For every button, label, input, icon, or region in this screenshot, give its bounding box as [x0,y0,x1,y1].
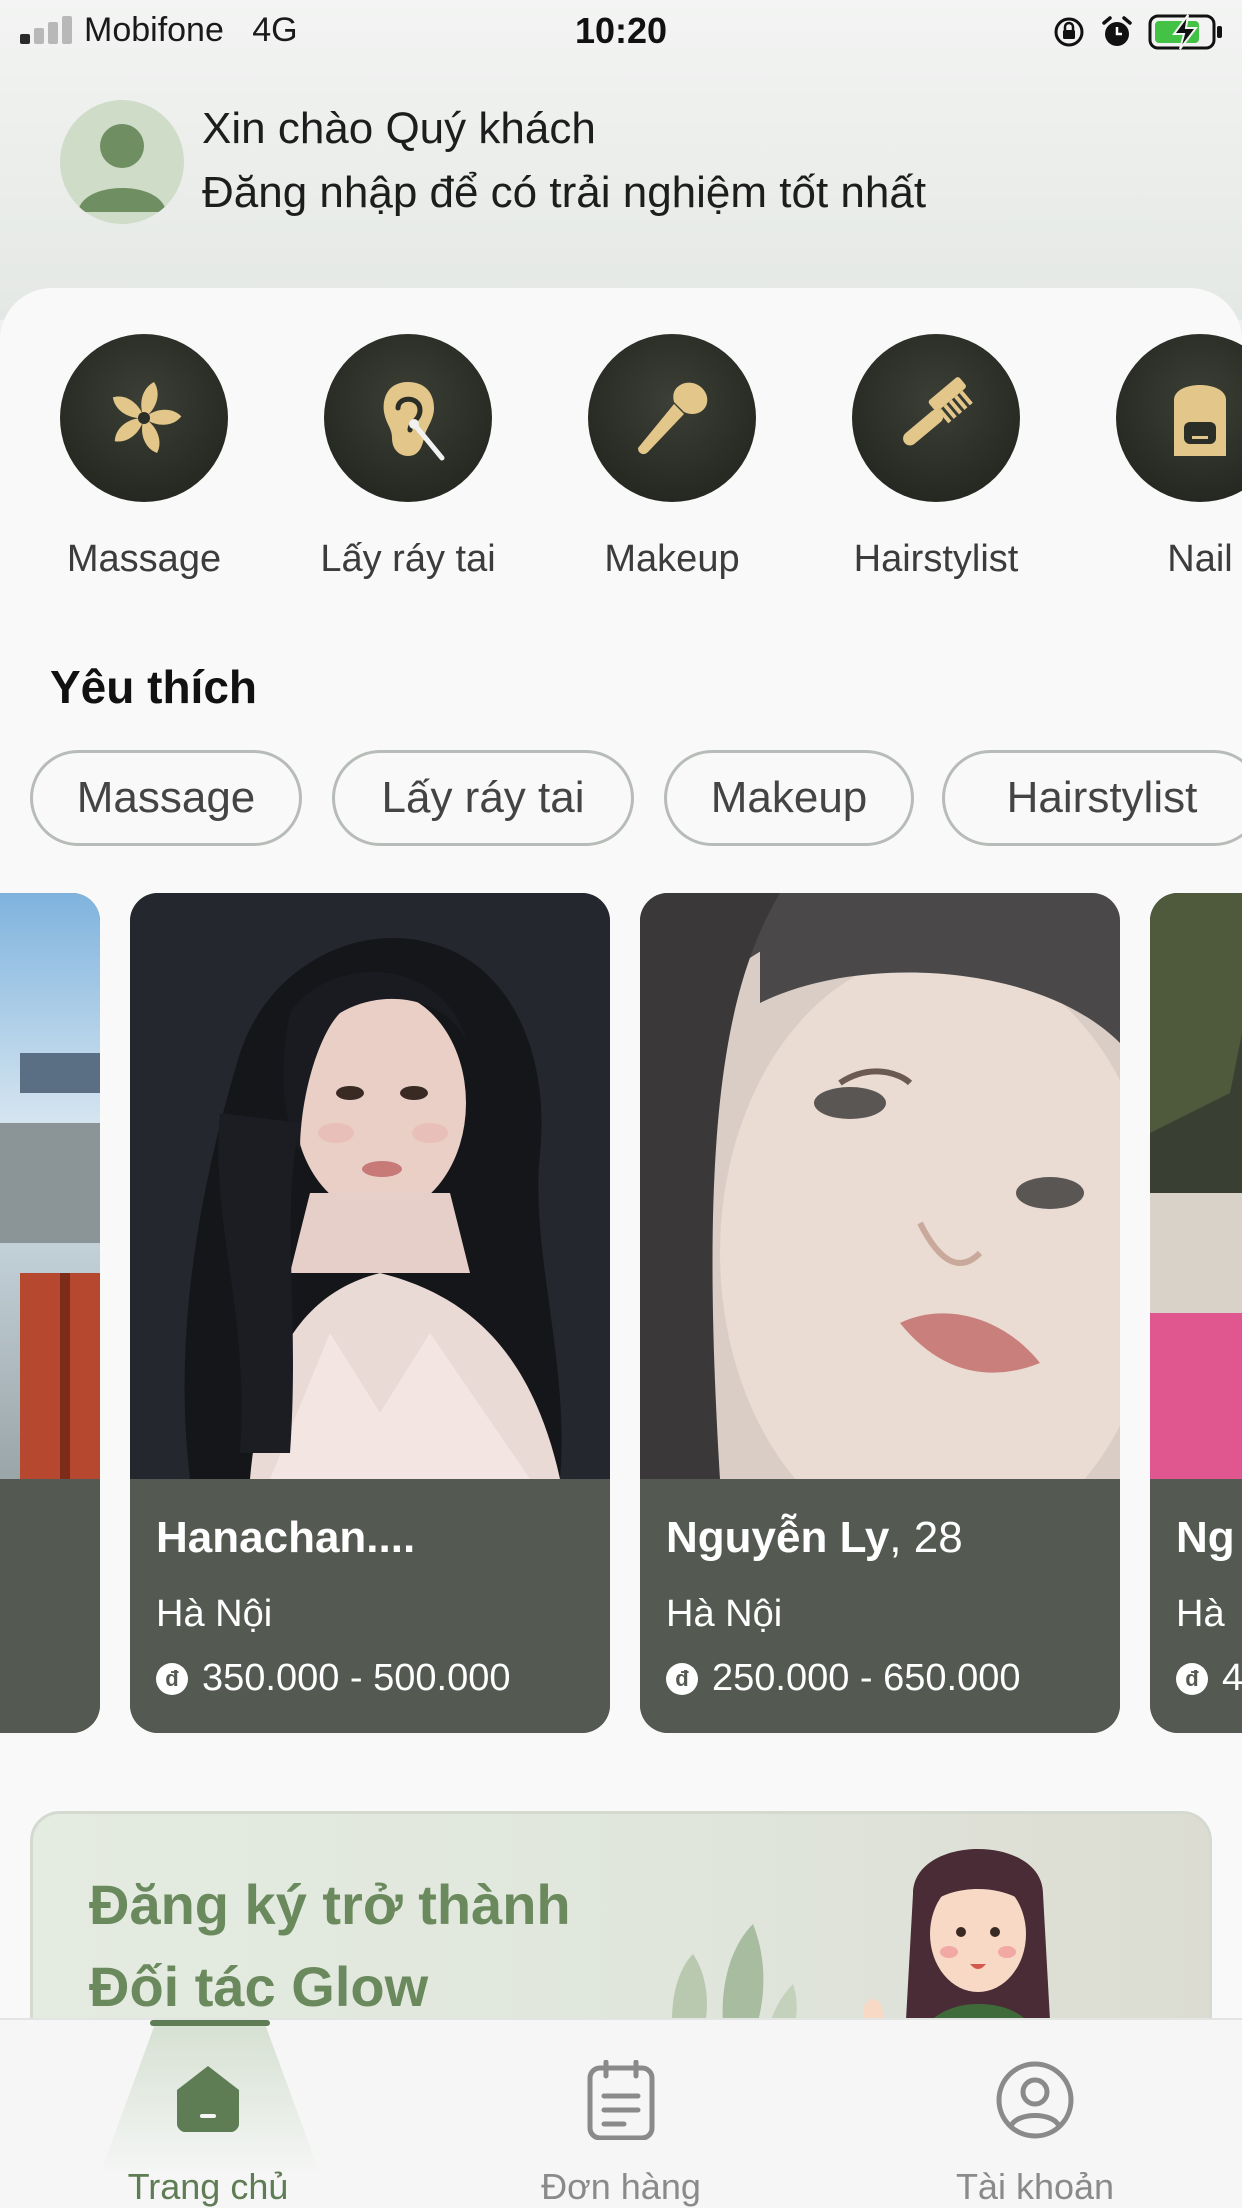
chip-hairstylist[interactable]: Hairstylist [942,750,1242,846]
tab-home[interactable]: Trang chủ [58,2020,358,2208]
chip-ear-cleaning[interactable]: Lấy ráy tai [332,750,634,846]
ear-icon [383,382,445,461]
flower-icon [112,382,182,454]
alarm-icon [1102,16,1132,46]
battery-charging-icon [1148,14,1222,50]
banner-text: Đăng ký trở thành Đối tác Glow [89,1873,571,2018]
nail-icon [1174,385,1226,456]
category-ear-cleaning[interactable]: Lấy ráy tai [288,334,528,581]
tab-label: Tài khoản [955,2166,1115,2207]
tab-orders[interactable]: Đơn hàng [471,2020,771,2208]
provider-card-partial-left[interactable] [0,893,100,1733]
category-label: Massage [66,538,222,580]
home-icon [177,2066,239,2132]
login-hint-link[interactable]: Đăng nhập để có trải nghiệm tốt nhất [202,168,926,218]
greeting-text: Xin chào Quý khách [202,104,596,153]
bottom-tab-bar: Trang chủ Đơn hàng Tài khoản [0,2018,1242,2208]
user-avatar-icon [78,124,166,212]
provider-carousel[interactable]: Hanachan.... Hà Nội đ 350.000 - 500.000 [0,893,1242,1735]
provider-photo [130,893,610,1479]
comb-icon [903,377,973,446]
tab-account[interactable]: Tài khoản [885,2020,1185,2208]
provider-city: Hà Nội [666,1593,783,1635]
chip-massage[interactable]: Massage [30,750,302,846]
account-icon [996,2061,1074,2139]
provider-price: đ 250.000 - 650.000 [666,1657,1021,1700]
category-label: Makeup [604,538,740,580]
provider-price: đ 4 [1176,1657,1242,1700]
provider-card[interactable]: Hanachan.... Hà Nội đ 350.000 - 500.000 [130,893,610,1733]
category-label: Nail [1167,538,1233,580]
provider-city: Hà [1176,1593,1225,1635]
status-icons [1052,12,1224,52]
provider-card-partial-right[interactable]: Ng Hà đ 4 [1150,893,1242,1733]
provider-name: Nguyễn Ly, 28 [666,1513,963,1562]
category-label: Hairstylist [853,538,1019,580]
makeup-brush-icon [638,382,708,455]
chip-makeup[interactable]: Makeup [664,750,914,846]
provider-photo [640,893,1120,1479]
category-label: Lấy ráy tai [320,538,496,580]
currency-icon: đ [156,1662,188,1695]
provider-info: Ng Hà đ 4 [1150,1479,1242,1733]
provider-name: Ng [1176,1513,1235,1562]
category-makeup[interactable]: Makeup [552,334,792,581]
category-hairstylist[interactable]: Hairstylist [816,334,1056,581]
currency-icon: đ [666,1662,698,1695]
favorites-title: Yêu thích [50,661,258,713]
provider-card[interactable]: Nguyễn Ly, 28 Hà Nội đ 250.000 - 650.000 [640,893,1120,1733]
favorites-filter-chips: Massage Lấy ráy tai Makeup Hairstylist [30,750,1242,848]
category-list[interactable]: Massage Lấy ráy tai Makeup Hairstylist N… [0,334,1242,594]
provider-info: Hanachan.... Hà Nội đ 350.000 - 500.000 [130,1479,610,1733]
provider-city: Hà Nội [156,1593,273,1635]
orders-icon [587,2060,655,2140]
currency-icon: đ [1176,1662,1208,1695]
rotation-lock-icon [1054,17,1084,47]
category-nail[interactable]: Nail [1080,334,1242,581]
tab-label: Trang chủ [127,2166,289,2207]
provider-photo [1150,893,1242,1479]
provider-name: Hanachan.... [156,1513,416,1562]
provider-photo [0,893,100,1479]
tab-label: Đơn hàng [541,2166,701,2207]
status-bar: Mobifone 4G 10:20 [0,0,1242,62]
provider-info: Nguyễn Ly, 28 Hà Nội đ 250.000 - 650.000 [640,1479,1120,1733]
category-massage[interactable]: Massage [24,334,264,581]
avatar[interactable] [60,100,184,224]
provider-price: đ 350.000 - 500.000 [156,1657,511,1700]
